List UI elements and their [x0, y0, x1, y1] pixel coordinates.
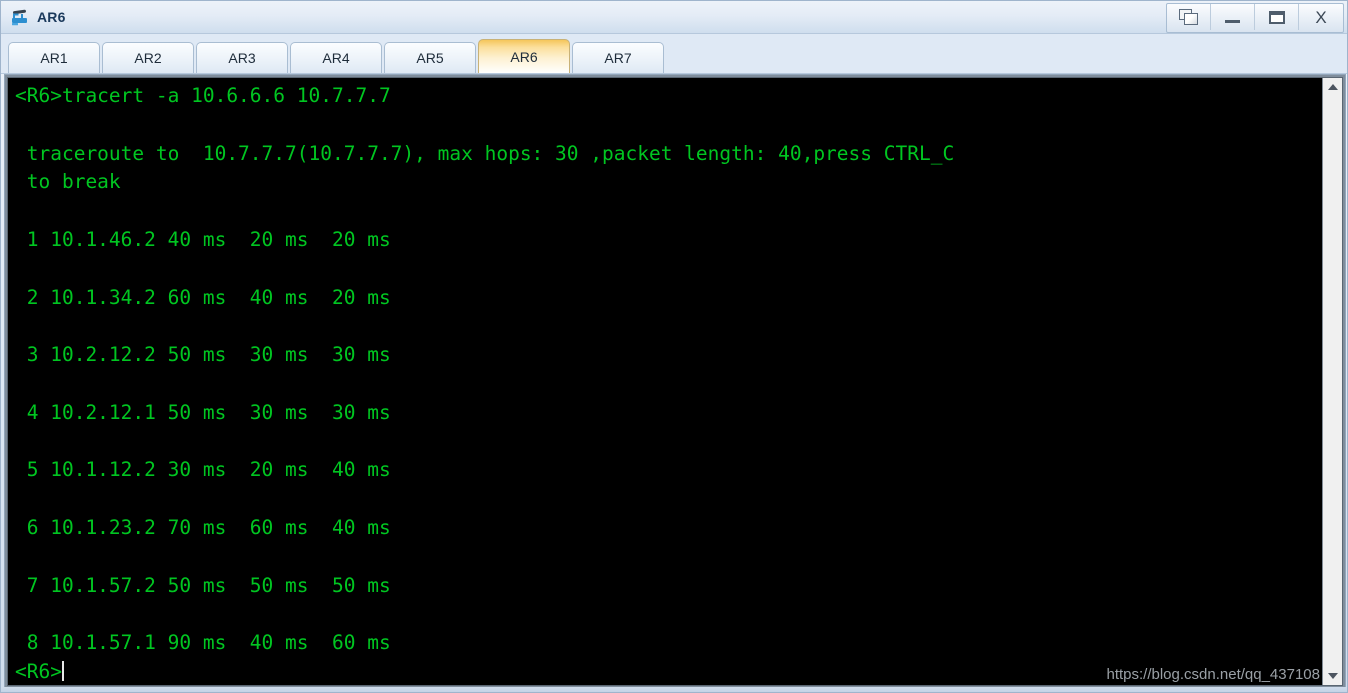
close-button[interactable]: X: [1299, 4, 1343, 30]
maximize-button[interactable]: [1255, 4, 1299, 30]
tab-ar2[interactable]: AR2: [102, 42, 194, 73]
scroll-up-button[interactable]: [1323, 78, 1342, 96]
terminal-prompt: <R6>: [15, 659, 62, 683]
tab-label: AR3: [228, 50, 256, 66]
terminal-line: 3 10.2.12.2 50 ms 30 ms 30 ms: [15, 343, 391, 367]
router-icon: [10, 7, 30, 27]
tab-ar7[interactable]: AR7: [572, 42, 664, 73]
title-bar-left: AR6: [1, 7, 66, 27]
watermark-text: https://blog.csdn.net/qq_437108: [1106, 666, 1320, 683]
tab-ar6[interactable]: AR6: [478, 39, 570, 73]
terminal-line: 2 10.1.34.2 60 ms 40 ms 20 ms: [15, 285, 391, 309]
cascade-windows-icon: [1178, 9, 1199, 25]
terminal-console[interactable]: <R6>tracert -a 10.6.6.6 10.7.7.7 tracero…: [7, 77, 1343, 686]
tab-label: AR4: [322, 50, 350, 66]
terminal-line: 7 10.1.57.2 50 ms 50 ms 50 ms: [15, 573, 391, 597]
close-icon: X: [1315, 7, 1327, 27]
tab-label: AR1: [40, 50, 68, 66]
title-bar: AR6 X: [1, 1, 1347, 34]
window-footer: [1, 687, 1347, 692]
tab-strip: AR1 AR2 AR3 AR4 AR5 AR6 AR7: [1, 34, 1347, 74]
tab-label: AR6: [510, 48, 538, 65]
tab-label: AR7: [604, 50, 632, 66]
terminal-line: 5 10.1.12.2 30 ms 20 ms 40 ms: [15, 458, 391, 482]
terminal-cursor: [61, 660, 64, 681]
terminal-line: <R6>tracert -a 10.6.6.6 10.7.7.7: [15, 84, 391, 107]
terminal-frame: <R6>tracert -a 10.6.6.6 10.7.7.7 tracero…: [4, 74, 1346, 689]
terminal-line: to break: [15, 170, 121, 194]
window-title: AR6: [37, 9, 66, 25]
chevron-up-icon: [1327, 84, 1338, 90]
tab-label: AR2: [134, 50, 162, 66]
minimize-icon: [1225, 20, 1240, 23]
tab-ar3[interactable]: AR3: [196, 42, 288, 73]
tab-ar5[interactable]: AR5: [384, 42, 476, 73]
terminal-line: 4 10.2.12.1 50 ms 30 ms 30 ms: [15, 400, 391, 424]
tab-label: AR5: [416, 50, 444, 66]
scrollbar-track[interactable]: [1323, 96, 1342, 667]
terminal-line: traceroute to 10.7.7.7(10.7.7.7), max ho…: [15, 141, 955, 165]
terminal-line: 1 10.1.46.2 40 ms 20 ms 20 ms: [15, 227, 391, 251]
window-controls: X: [1166, 3, 1344, 33]
terminal-line: 8 10.1.57.1 90 ms 40 ms 60 ms: [15, 631, 391, 655]
terminal-scrollbar[interactable]: [1322, 78, 1342, 685]
scroll-down-button[interactable]: [1323, 667, 1342, 685]
tab-ar1[interactable]: AR1: [8, 42, 100, 73]
emulator-window: AR6 X AR1 AR2 AR3 AR4 AR5 AR6 AR7 <R6>tr…: [0, 0, 1348, 693]
minimize-button[interactable]: [1211, 4, 1255, 30]
terminal-line: 6 10.1.23.2 70 ms 60 ms 40 ms: [15, 515, 391, 539]
terminal-output: <R6>tracert -a 10.6.6.6 10.7.7.7 tracero…: [8, 78, 1308, 685]
tab-ar4[interactable]: AR4: [290, 42, 382, 73]
chevron-down-icon: [1327, 673, 1338, 679]
maximize-icon: [1268, 10, 1285, 24]
restore-window-button[interactable]: [1167, 4, 1211, 30]
